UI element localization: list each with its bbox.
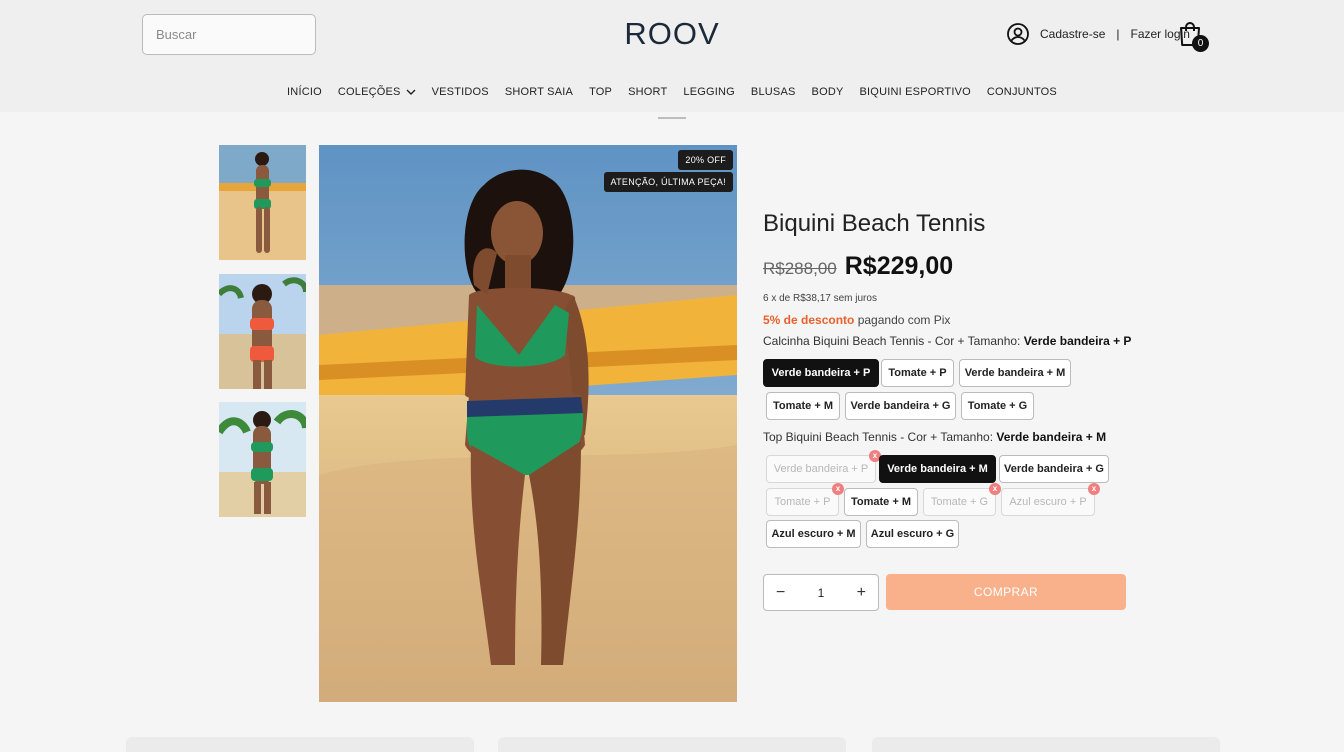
- unavailable-x-icon: x: [989, 483, 1001, 495]
- last-piece-tag: ATENÇÃO, ÚLTIMA PEÇA!: [603, 172, 733, 192]
- nav-item-label: BIQUINI ESPORTIVO: [859, 86, 971, 98]
- variant2-option-label: Tomate + M: [850, 496, 911, 508]
- site-header: ROOV Cadastre-se | Fazer login 0 INÍCIO …: [0, 0, 1344, 112]
- variant2-option[interactable]: Verde bandeira + M: [879, 455, 996, 483]
- chevron-down-icon: [406, 89, 416, 95]
- nav-item-label: BODY: [811, 86, 844, 98]
- variant1-option[interactable]: Verde bandeira + G: [845, 392, 956, 420]
- decrease-quantity-button[interactable]: −: [776, 584, 785, 602]
- nav-item-top[interactable]: TOP: [581, 86, 620, 98]
- variant1-label: Calcinha Biquini Beach Tennis - Cor + Ta…: [763, 334, 1131, 348]
- scroll-indicator: [658, 117, 686, 119]
- nav-item-label: LEGGING: [683, 86, 735, 98]
- nav-item-conjuntos[interactable]: CONJUNTOS: [979, 86, 1065, 98]
- cart-button[interactable]: 0: [1178, 21, 1210, 53]
- related-card: [872, 737, 1220, 752]
- nav-item-short-saia[interactable]: SHORT SAIA: [497, 86, 581, 98]
- product-photo: [319, 145, 737, 702]
- variant2-option[interactable]: Tomate + P x: [766, 483, 844, 516]
- variant2-selected-value: Verde bandeira + M: [996, 430, 1107, 444]
- pix-discount: 5% de desconto pagando com Pix: [763, 313, 950, 327]
- variant2-option-label: Azul escuro + M: [771, 528, 856, 540]
- current-price: R$229,00: [844, 252, 954, 280]
- product-main-image[interactable]: 20% OFF ATENÇÃO, ÚLTIMA PEÇA!: [319, 145, 737, 702]
- nav-item-body[interactable]: BODY: [804, 86, 852, 98]
- nav-item-biquini-esportivo[interactable]: BIQUINI ESPORTIVO: [852, 86, 979, 98]
- search-box[interactable]: [142, 14, 332, 55]
- variant2-option[interactable]: Azul escuro + G: [866, 520, 959, 548]
- cart-count-badge: 0: [1192, 35, 1209, 52]
- variant1-option[interactable]: Tomate + P: [881, 359, 954, 387]
- variant1-option[interactable]: Verde bandeira + P: [763, 359, 879, 387]
- old-price: R$288,00: [763, 259, 837, 278]
- discount-tag: 20% OFF: [678, 150, 733, 170]
- nav-item-label: TOP: [589, 86, 613, 98]
- nav-item-label: INÍCIO: [287, 86, 322, 98]
- product-title: Biquini Beach Tennis: [763, 210, 986, 237]
- variant1-option[interactable]: Tomate + G: [961, 392, 1034, 420]
- buy-button[interactable]: COMPRAR: [886, 574, 1126, 610]
- variant2-option-label: Verde bandeira + P: [773, 463, 869, 475]
- related-card: [498, 737, 846, 752]
- pix-discount-text: pagando com Pix: [857, 313, 951, 327]
- unavailable-x-icon: x: [832, 483, 844, 495]
- product-thumbnail-3[interactable]: [219, 402, 306, 517]
- nav-item-blusas[interactable]: BLUSAS: [743, 86, 804, 98]
- variant2-label-text: Top Biquini Beach Tennis - Cor + Tamanho…: [763, 430, 994, 444]
- variant2-option-label: Verde bandeira + G: [1004, 463, 1104, 475]
- variant2-option-label: Tomate + P: [774, 496, 831, 508]
- nav-item-colecoes[interactable]: COLEÇÕES: [330, 86, 424, 98]
- variant2-label: Top Biquini Beach Tennis - Cor + Tamanho…: [763, 430, 1106, 444]
- nav-item-legging[interactable]: LEGGING: [675, 86, 743, 98]
- nav-item-label: CONJUNTOS: [986, 86, 1057, 98]
- product-thumbnail-1[interactable]: [219, 145, 306, 260]
- account-separator: |: [1116, 27, 1120, 41]
- pix-discount-value: 5% de desconto: [763, 313, 855, 327]
- user-circle-icon[interactable]: [1006, 22, 1030, 46]
- nav-item-label: SHORT: [628, 86, 668, 98]
- variant1-option[interactable]: Verde bandeira + M: [959, 359, 1071, 387]
- variant2-option[interactable]: Verde bandeira + G: [999, 455, 1109, 483]
- quantity-stepper: − 1 +: [763, 574, 879, 611]
- variant2-option[interactable]: Tomate + M: [844, 488, 918, 516]
- variant2-option-label: Azul escuro + P: [1009, 496, 1087, 508]
- signup-link[interactable]: Cadastre-se: [1040, 27, 1105, 41]
- variant1-selected-value: Verde bandeira + P: [1023, 334, 1132, 348]
- variant2-option[interactable]: Tomate + G x: [923, 483, 1001, 516]
- site-logo[interactable]: ROOV: [612, 16, 732, 52]
- price-block: R$288,00 R$229,00: [763, 252, 953, 281]
- nav-item-vestidos[interactable]: VESTIDOS: [424, 86, 497, 98]
- nav-item-inicio[interactable]: INÍCIO: [279, 86, 330, 98]
- nav-item-label: SHORT SAIA: [504, 86, 574, 98]
- related-card: [126, 737, 474, 752]
- nav-item-short[interactable]: SHORT: [620, 86, 675, 98]
- variant2-option-label: Azul escuro + G: [870, 528, 955, 540]
- increase-quantity-button[interactable]: +: [857, 584, 866, 602]
- search-input[interactable]: [156, 27, 332, 42]
- nav-item-label: BLUSAS: [750, 86, 796, 98]
- main-nav: INÍCIO COLEÇÕES VESTIDOS SHORT SAIA TOP …: [0, 86, 1344, 98]
- variant2-option[interactable]: Verde bandeira + P x: [766, 450, 881, 483]
- variant2-option-label: Tomate + G: [930, 496, 989, 508]
- product-thumbnail-2[interactable]: [219, 274, 306, 389]
- variant1-option[interactable]: Tomate + M: [766, 392, 840, 420]
- installments-text: 6 x de R$38,17 sem juros: [763, 293, 877, 304]
- variant2-option[interactable]: Azul escuro + P x: [1001, 483, 1100, 516]
- nav-item-label: VESTIDOS: [431, 86, 489, 98]
- unavailable-x-icon: x: [1088, 483, 1100, 495]
- nav-item-label: COLEÇÕES: [337, 86, 401, 98]
- variant2-option[interactable]: Azul escuro + M: [766, 520, 861, 548]
- account-links: Cadastre-se | Fazer login: [1006, 22, 1190, 46]
- variant1-label-text: Calcinha Biquini Beach Tennis - Cor + Ta…: [763, 334, 1021, 348]
- variant2-option-label: Verde bandeira + M: [887, 463, 988, 475]
- quantity-value[interactable]: 1: [818, 586, 825, 600]
